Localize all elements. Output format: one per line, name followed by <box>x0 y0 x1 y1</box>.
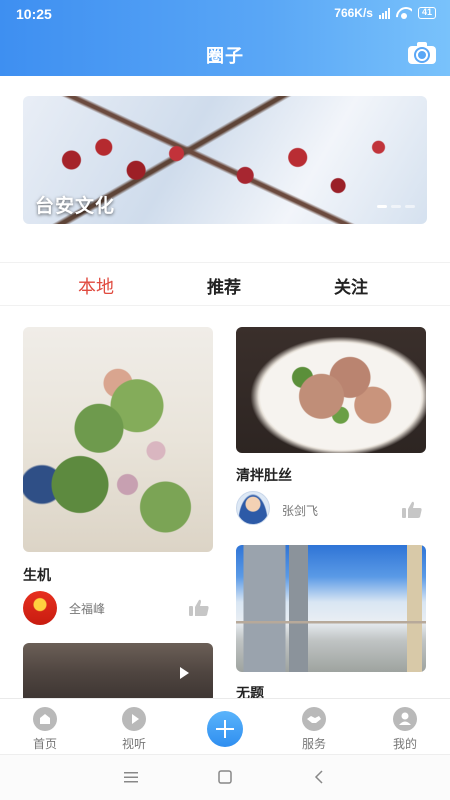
author-name[interactable]: 张剑飞 <box>282 502 318 519</box>
carousel-dot[interactable] <box>405 205 415 208</box>
feed-card[interactable]: 清拌肚丝 张剑飞 <box>236 327 426 527</box>
nav-item-service[interactable]: 服务 <box>284 707 344 752</box>
wifi-icon <box>396 7 412 19</box>
battery-icon: 41 <box>417 7 436 19</box>
bottom-nav: 首页 视听 服务 我的 <box>0 698 450 754</box>
status-bar: 10:25 766K/s 41 <box>0 0 450 28</box>
feed-card[interactable]: 生机 全福峰 <box>23 327 213 627</box>
handshake-icon <box>302 707 326 731</box>
nav-item-profile[interactable]: 我的 <box>375 707 435 752</box>
post-title: 生机 <box>23 568 51 584</box>
feed-tabs: 本地 推荐 关注 <box>0 262 450 306</box>
avatar[interactable] <box>236 491 270 525</box>
home-square-icon[interactable] <box>216 769 236 785</box>
nav-label: 我的 <box>392 737 417 751</box>
thumbs-up-icon[interactable] <box>188 599 210 617</box>
tab-recommend[interactable]: 推荐 <box>207 273 241 298</box>
avatar[interactable] <box>23 591 57 625</box>
status-time: 10:25 <box>16 6 52 22</box>
post-image[interactable] <box>23 327 213 552</box>
plus-icon[interactable] <box>207 711 243 747</box>
post-title: 清拌肚丝 <box>236 468 292 484</box>
network-speed: 766K/s <box>334 6 373 20</box>
page-title: 圈子 <box>206 46 244 67</box>
carousel-dots <box>377 205 415 208</box>
thumbs-up-icon[interactable] <box>401 501 423 519</box>
back-icon[interactable] <box>310 769 330 785</box>
system-nav-bar <box>0 754 450 800</box>
feed-card[interactable] <box>23 643 213 698</box>
app-header: 10:25 766K/s 41 圈子 <box>0 0 450 76</box>
carousel-dot[interactable] <box>377 205 387 208</box>
author-name[interactable]: 全福峰 <box>69 600 105 617</box>
play-icon <box>180 667 189 679</box>
tab-follow[interactable]: 关注 <box>334 273 368 298</box>
home-icon <box>33 707 57 731</box>
post-title: 无题 <box>236 686 264 698</box>
nav-label: 服务 <box>301 737 326 751</box>
menu-icon[interactable] <box>122 769 142 785</box>
post-image[interactable] <box>236 545 426 672</box>
tab-local[interactable]: 本地 <box>78 273 114 299</box>
profile-icon <box>393 707 417 731</box>
play-icon <box>122 707 146 731</box>
camera-icon[interactable] <box>408 42 436 64</box>
signal-icon <box>378 7 390 19</box>
status-indicators: 766K/s 41 <box>334 6 436 20</box>
banner-carousel[interactable]: 台安文化 <box>23 96 427 224</box>
nav-label: 视听 <box>121 737 146 751</box>
post-image[interactable] <box>236 327 426 453</box>
carousel-dot[interactable] <box>391 205 401 208</box>
nav-item-media[interactable]: 视听 <box>104 707 164 752</box>
nav-label: 首页 <box>32 737 57 751</box>
feed-card[interactable]: 无题 <box>236 545 426 698</box>
nav-item-home[interactable]: 首页 <box>15 707 75 752</box>
banner-caption: 台安文化 <box>35 195 116 217</box>
